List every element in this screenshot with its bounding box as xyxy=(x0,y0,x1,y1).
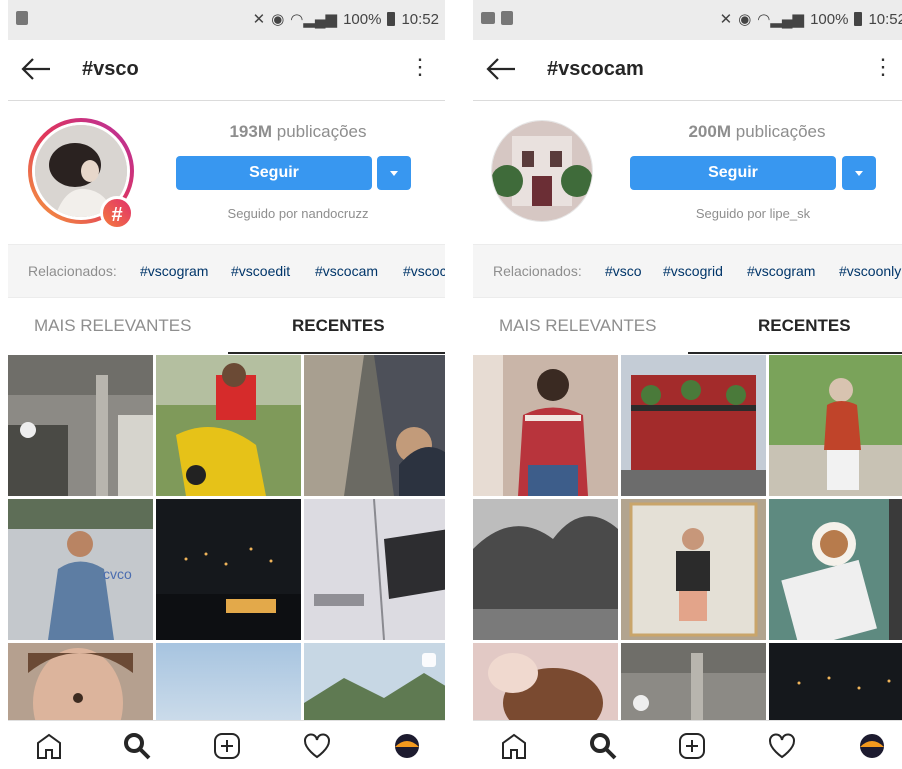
post-thumbnail[interactable] xyxy=(8,355,153,496)
post-thumbnail[interactable] xyxy=(304,499,445,640)
active-tab-indicator xyxy=(228,352,445,354)
status-bar: ✕ ◉ ◠▂▄▆ 100% 10:52 xyxy=(8,0,445,40)
wifi-signal-icon: ◠▂▄▆ xyxy=(290,11,338,28)
notification-icon xyxy=(501,11,513,25)
related-tag[interactable]: #vscogram xyxy=(140,263,208,279)
add-post-icon[interactable] xyxy=(677,731,707,761)
related-tags-bar: Relacionados: #vscogram #vscoedit #vscoc… xyxy=(8,244,445,298)
feed-tabs: MAIS RELEVANTES RECENTES xyxy=(8,298,445,353)
post-thumbnail[interactable] xyxy=(473,643,618,720)
home-icon[interactable] xyxy=(499,731,529,761)
svg-text:cvco: cvco xyxy=(103,566,132,582)
clock: 10:52 xyxy=(401,10,439,28)
notification-icon xyxy=(16,11,28,25)
post-thumbnail[interactable] xyxy=(769,643,902,720)
post-thumbnail[interactable] xyxy=(156,355,301,496)
battery-percent: 100% xyxy=(343,10,382,28)
profile-avatar-icon[interactable] xyxy=(857,731,887,761)
follow-dropdown-button[interactable] xyxy=(377,156,411,190)
profile-avatar-icon[interactable] xyxy=(392,731,422,761)
post-thumbnail[interactable] xyxy=(769,355,902,496)
post-thumbnail[interactable] xyxy=(304,643,445,720)
mute-icon: ✕ xyxy=(252,11,266,28)
alarm-icon: ◉ xyxy=(271,11,285,28)
related-label: Relacionados: xyxy=(28,263,117,279)
post-thumbnail[interactable] xyxy=(769,499,902,640)
search-icon[interactable] xyxy=(122,731,152,761)
back-arrow-icon[interactable] xyxy=(485,56,517,82)
hashtag-badge-icon: # xyxy=(100,196,134,230)
feed-tabs: MAIS RELEVANTES RECENTES xyxy=(473,298,902,353)
post-thumbnail[interactable] xyxy=(304,355,445,496)
back-arrow-icon[interactable] xyxy=(20,56,52,82)
clock: 10:52 xyxy=(868,10,902,28)
alarm-icon: ◉ xyxy=(738,11,752,28)
post-thumbnail[interactable] xyxy=(156,499,301,640)
screen-vsco: ✕ ◉ ◠▂▄▆ 100% 10:52 #vsco ⋮ # 193M publi… xyxy=(8,0,445,769)
active-tab-indicator xyxy=(688,352,902,354)
post-thumbnail[interactable] xyxy=(156,643,301,720)
post-thumbnail[interactable] xyxy=(621,643,766,720)
post-grid xyxy=(473,355,902,720)
post-thumbnail[interactable] xyxy=(473,499,618,640)
post-thumbnail[interactable] xyxy=(621,355,766,496)
post-thumbnail[interactable]: cvco xyxy=(8,499,153,640)
hashtag-avatar xyxy=(491,120,593,222)
related-tag[interactable]: #vscogrid xyxy=(663,263,723,279)
home-icon[interactable] xyxy=(34,731,64,761)
tab-top-posts[interactable]: MAIS RELEVANTES xyxy=(499,316,656,336)
page-title: #vscocam xyxy=(547,58,644,80)
tab-recent[interactable]: RECENTES xyxy=(758,316,851,336)
status-bar: ✕ ◉ ◠▂▄▆ 100% 10:52 xyxy=(473,0,902,40)
posts-count: 193M publicações xyxy=(229,122,367,141)
related-tags-bar: Relacionados: #vsco #vscogrid #vscogram … xyxy=(473,244,902,298)
gallery-notification-icon xyxy=(481,12,495,24)
wifi-signal-icon: ◠▂▄▆ xyxy=(757,11,805,28)
battery-percent: 100% xyxy=(810,10,849,28)
activity-heart-icon[interactable] xyxy=(302,731,332,761)
related-tag[interactable]: #vscoc xyxy=(403,263,445,279)
related-tag[interactable]: #vscocam xyxy=(315,263,378,279)
related-label: Relacionados: xyxy=(493,263,582,279)
mute-icon: ✕ xyxy=(719,11,733,28)
bottom-nav xyxy=(473,720,902,769)
chevron-down-icon xyxy=(390,171,398,176)
post-thumbnail[interactable] xyxy=(621,499,766,640)
followed-by: Seguido por lipe_sk xyxy=(695,206,811,221)
related-tag[interactable]: #vscoedit xyxy=(231,263,290,279)
avatar-photo xyxy=(492,121,592,221)
post-thumbnail[interactable] xyxy=(473,355,618,496)
screen-vscocam: ✕ ◉ ◠▂▄▆ 100% 10:52 #vscocam ⋮ 200M publ… xyxy=(473,0,902,769)
chevron-down-icon xyxy=(855,171,863,176)
search-icon[interactable] xyxy=(588,731,618,761)
tab-recent[interactable]: RECENTES xyxy=(292,316,385,336)
app-bar: #vsco ⋮ xyxy=(8,40,445,101)
app-bar: #vscocam ⋮ xyxy=(473,40,902,101)
battery-icon xyxy=(854,12,863,26)
related-tag[interactable]: #vscogram xyxy=(747,263,815,279)
follow-dropdown-button[interactable] xyxy=(842,156,876,190)
posts-count: 200M publicações xyxy=(688,122,826,141)
add-post-icon[interactable] xyxy=(212,731,242,761)
more-options-icon[interactable]: ⋮ xyxy=(409,56,431,78)
follow-button[interactable]: Seguir xyxy=(630,156,836,190)
bottom-nav xyxy=(8,720,445,769)
post-grid: cvco xyxy=(8,355,445,720)
followed-by: Seguido por nandocruzz xyxy=(227,206,369,221)
post-thumbnail[interactable] xyxy=(8,643,153,720)
related-tag[interactable]: #vscoonly xyxy=(839,263,901,279)
related-tag[interactable]: #vsco xyxy=(605,263,642,279)
battery-icon xyxy=(387,12,396,26)
tab-top-posts[interactable]: MAIS RELEVANTES xyxy=(34,316,191,336)
follow-button[interactable]: Seguir xyxy=(176,156,372,190)
page-title: #vsco xyxy=(82,58,139,80)
activity-heart-icon[interactable] xyxy=(767,731,797,761)
more-options-icon[interactable]: ⋮ xyxy=(872,56,894,78)
